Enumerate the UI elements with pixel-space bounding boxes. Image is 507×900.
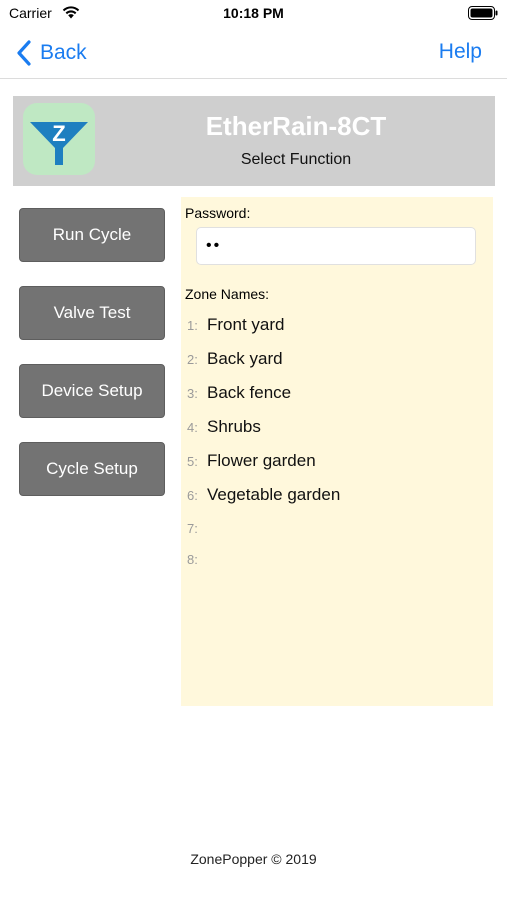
help-button[interactable]: Help [439,40,482,64]
copyright-footer: ZonePopper © 2019 [190,851,317,867]
device-name: EtherRain-8CT [205,111,387,141]
zone-name-field[interactable]: Back yard [207,349,283,369]
back-button[interactable]: Back [14,38,87,68]
password-field[interactable]: •• [196,227,476,265]
page-subtitle: Select Function [240,151,352,168]
zone-row: 3: Back fence [187,382,291,404]
svg-text:Z: Z [52,121,65,146]
navigation-bar: Back Help [0,28,507,79]
settings-panel: Password: •• Zone Names: 1: Front yard 2… [181,197,493,706]
app-logo: Z [23,103,95,175]
zone-row: 8: [187,548,207,570]
password-label: Password: [185,205,251,221]
battery-icon [468,6,498,20]
zone-names-label: Zone Names: [185,286,270,302]
zone-name-field[interactable]: Back fence [207,383,291,403]
zone-row: 1: Front yard [187,314,284,336]
device-setup-button[interactable]: Device Setup [19,364,165,418]
zone-number: 8: [187,551,198,567]
zone-number: 1: [187,317,198,333]
zone-name-field[interactable]: Shrubs [207,417,261,437]
zone-row: 2: Back yard [187,348,283,370]
zone-row: 6: Vegetable garden [187,484,340,506]
chevron-left-icon [17,40,31,66]
cycle-setup-button[interactable]: Cycle Setup [19,442,165,496]
zone-number: 3: [187,385,198,401]
valve-test-button[interactable]: Valve Test [19,286,165,340]
device-header: Z EtherRain-8CT Select Function [13,96,495,186]
zone-number: 2: [187,351,198,367]
zone-number: 4: [187,419,198,435]
zone-row: 7: [187,517,207,539]
funnel-logo-icon: Z [30,121,88,165]
zone-row: 4: Shrubs [187,416,261,438]
zone-number: 7: [187,520,198,536]
zone-name-field[interactable]: Front yard [207,315,284,335]
zone-name-field[interactable]: Vegetable garden [207,485,340,505]
run-cycle-button[interactable]: Run Cycle [19,208,165,262]
status-bar: Carrier 10:18 PM [0,0,507,28]
zone-name-field[interactable]: Flower garden [207,451,316,471]
zone-number: 6: [187,487,198,503]
back-label: Back [40,41,87,64]
zone-number: 5: [187,453,198,469]
zone-row: 5: Flower garden [187,450,316,472]
clock: 10:18 PM [223,5,284,21]
